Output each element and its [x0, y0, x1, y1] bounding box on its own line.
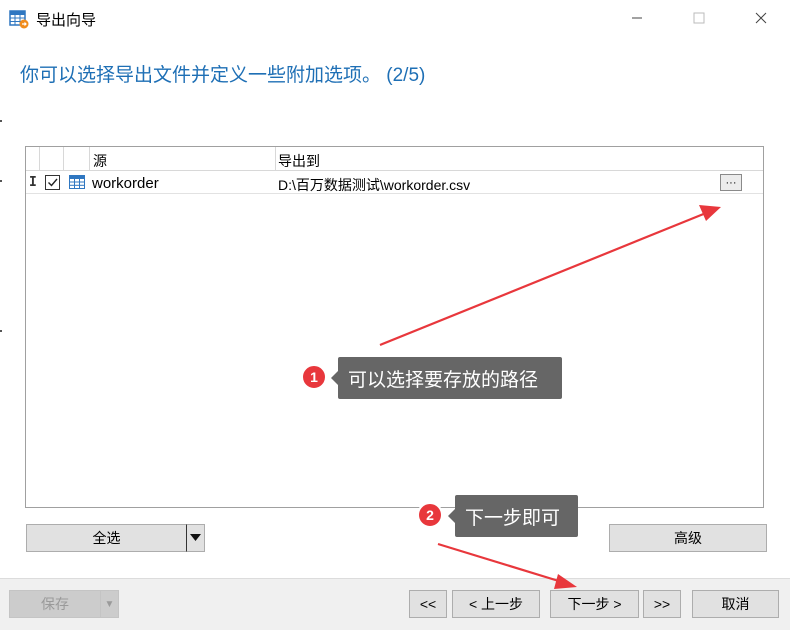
prev-step-button[interactable]: < 上一步 — [452, 590, 540, 618]
annotation-badge-1: 1 — [301, 364, 327, 390]
next-step-button[interactable]: 下一步 > — [550, 590, 639, 618]
column-header-target-label: 导出到 — [278, 153, 320, 169]
dropdown-arrow-icon — [190, 534, 201, 541]
column-header-source[interactable]: 源 — [90, 147, 276, 171]
last-step-button[interactable]: >> — [643, 590, 681, 618]
table-icon — [69, 175, 85, 189]
annotation-callout-2: 下一步即可 — [448, 495, 578, 537]
edge-mark — [0, 330, 2, 332]
close-button[interactable] — [738, 0, 784, 36]
maximize-button[interactable] — [676, 0, 722, 36]
row-edit-indicator-icon: I — [29, 175, 37, 190]
browse-button[interactable]: ··· — [720, 174, 742, 191]
grid-header-cell — [26, 147, 40, 171]
minimize-icon — [632, 17, 642, 19]
checkmark-icon — [48, 178, 58, 187]
window-title: 导出向导 — [36, 12, 97, 29]
annotation-arrow-2 — [437, 542, 563, 584]
annotation-badge-2: 2 — [417, 502, 443, 528]
target-path-cell[interactable]: D:\百万数据测试\workorder.csv — [278, 175, 470, 195]
column-header-source-label: 源 — [93, 153, 107, 169]
maximize-icon — [693, 12, 705, 24]
page-heading: 你可以选择导出文件并定义一些附加选项。 (2/5) — [20, 65, 426, 86]
cancel-button[interactable]: 取消 — [692, 590, 779, 618]
source-cell: workorder — [92, 175, 159, 192]
grid-header: 源 导出到 — [26, 147, 763, 171]
close-icon — [755, 12, 767, 24]
select-all-dropdown-button[interactable] — [186, 524, 205, 552]
grid-header-cell — [40, 147, 64, 171]
select-all-button[interactable]: 全选 — [26, 524, 187, 552]
column-header-target[interactable]: 导出到 — [276, 147, 763, 171]
export-file-grid: 源 导出到 I workorder D:\百万数据测试\workorder.cs… — [25, 146, 764, 508]
save-dropdown-button[interactable]: ▼ — [100, 590, 119, 618]
grid-header-cell — [64, 147, 90, 171]
export-wizard-icon — [9, 10, 29, 29]
advanced-button[interactable]: 高级 — [609, 524, 767, 552]
minimize-button[interactable] — [614, 0, 660, 36]
annotation-callout-1: 可以选择要存放的路径 — [331, 357, 562, 399]
save-button[interactable]: 保存 — [9, 590, 101, 618]
edge-mark — [0, 120, 2, 122]
row-checkbox[interactable] — [45, 175, 60, 190]
table-row[interactable]: I workorder D:\百万数据测试\workorder.csv ··· — [26, 172, 763, 194]
title-bar: 导出向导 — [0, 0, 790, 38]
first-step-button[interactable]: << — [409, 590, 447, 618]
edge-mark — [0, 180, 2, 182]
